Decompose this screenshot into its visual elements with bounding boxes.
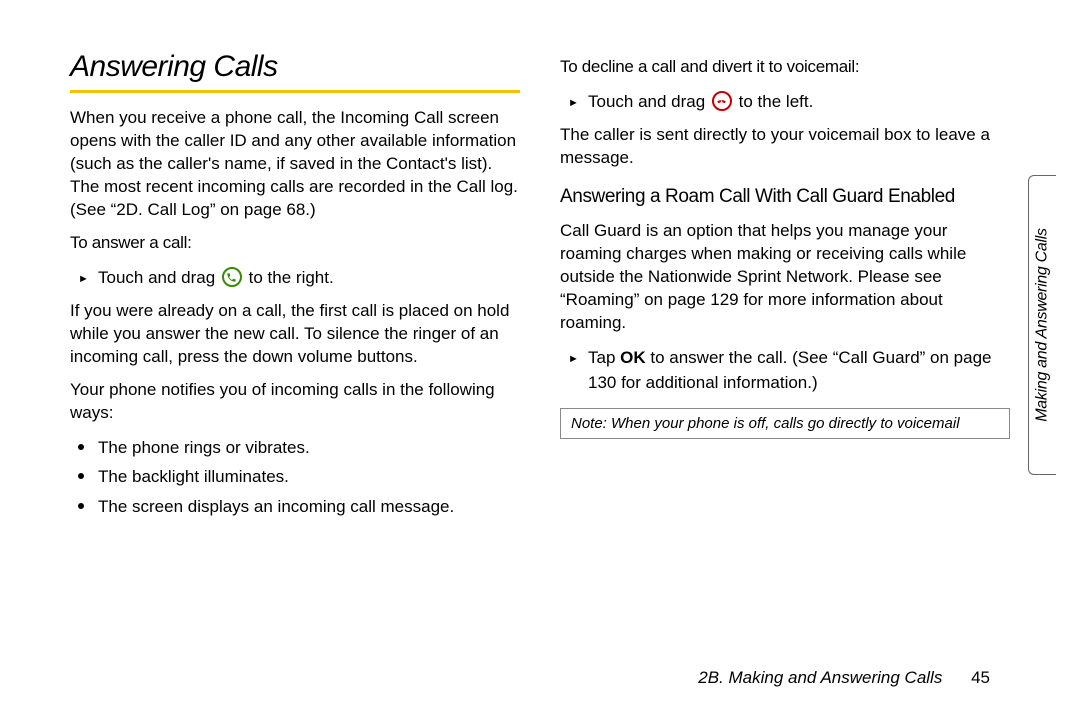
note-label: Note: [571, 415, 607, 432]
answer-text-post: to the right. [249, 268, 334, 287]
left-column: Answering Calls When you receive a phone… [70, 50, 520, 529]
page-title: Answering Calls [70, 50, 520, 84]
decline-paragraph: The caller is sent directly to your voic… [560, 124, 1010, 170]
roam-subhead: Answering a Roam Call With Call Guard En… [560, 184, 1010, 210]
intro-paragraph: When you receive a phone call, the Incom… [70, 107, 520, 222]
note-box: Note: When your phone is off, calls go d… [560, 408, 1010, 439]
decline-subhead: To decline a call and divert it to voice… [560, 56, 1010, 79]
footer-page-number: 45 [971, 668, 990, 687]
right-column: To decline a call and divert it to voice… [560, 50, 1010, 529]
notify-item: The phone rings or vibrates. [70, 435, 520, 461]
answer-step: Touch and drag to the right. [70, 265, 520, 291]
answer-list: Touch and drag to the right. [70, 265, 520, 291]
notify-item: The screen displays an incoming call mes… [70, 494, 520, 520]
notify-list: The phone rings or vibrates. The backlig… [70, 435, 520, 520]
footer-section: 2B. Making and Answering Calls [698, 668, 942, 687]
title-underline [70, 90, 520, 93]
hold-paragraph: If you were already on a call, the first… [70, 300, 520, 369]
notify-paragraph: Your phone notifies you of incoming call… [70, 379, 520, 425]
roam-step: Tap OK to answer the call. (See “Call Gu… [560, 345, 1010, 396]
decline-text-post: to the left. [739, 92, 814, 111]
decline-text-pre: Touch and drag [588, 92, 710, 111]
answer-text-pre: Touch and drag [98, 268, 220, 287]
page-footer: 2B. Making and Answering Calls 45 [698, 668, 990, 688]
roam-text-pre: Tap [588, 348, 620, 367]
notify-item: The backlight illuminates. [70, 464, 520, 490]
side-tab: Making and Answering Calls [1028, 175, 1056, 475]
roam-paragraph: Call Guard is an option that helps you m… [560, 220, 1010, 335]
note-text: When your phone is off, calls go directl… [607, 415, 960, 432]
roam-text-bold: OK [620, 348, 646, 367]
decline-list: Touch and drag to the left. [560, 89, 1010, 115]
roam-list: Tap OK to answer the call. (See “Call Gu… [560, 345, 1010, 396]
answer-icon [222, 267, 242, 287]
answer-subhead: To answer a call: [70, 232, 520, 255]
roam-text-post: to answer the call. (See “Call Guard” on… [588, 348, 991, 393]
decline-icon [712, 91, 732, 111]
side-tab-label: Making and Answering Calls [1034, 228, 1052, 421]
decline-step: Touch and drag to the left. [560, 89, 1010, 115]
